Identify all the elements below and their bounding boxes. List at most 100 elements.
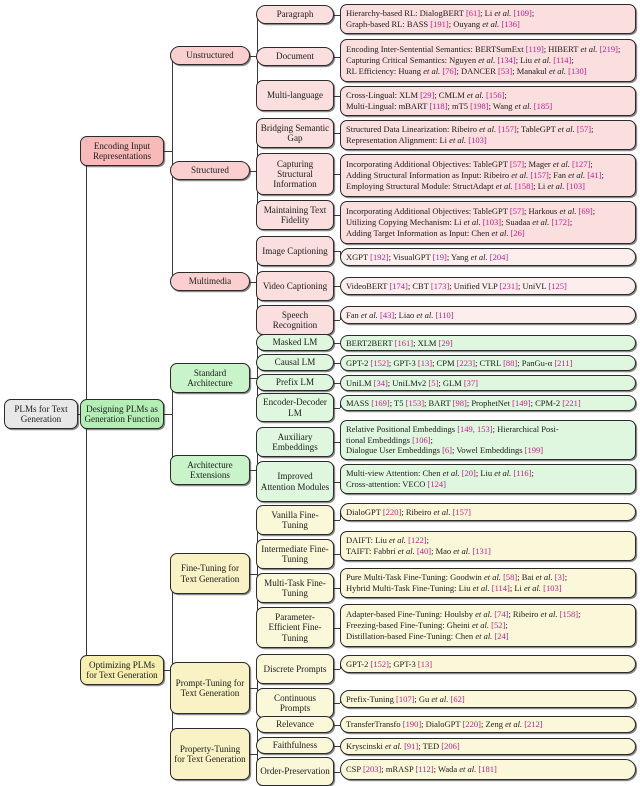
leaf-document-label: Encoding Inter-Sentential Semantics: BER… <box>346 44 630 76</box>
item-faithfulness-label: Faithfulness <box>272 740 318 751</box>
group-standard-architecture[interactable]: Standard Architecture <box>170 363 250 393</box>
item-image-captioning-label: Image Captioning <box>262 245 328 256</box>
citation-ref: [157] <box>452 506 471 517</box>
leaf-line: Incorporating Additional Objectives: Tab… <box>346 159 593 170</box>
leaf-bridging-semantic-gap[interactable]: Structured Data Linearization: Ribeiro e… <box>340 120 636 150</box>
leaf-capturing-structural-information[interactable]: Incorporating Additional Objectives: Tab… <box>340 154 636 197</box>
leaf-relevance[interactable]: TransferTransfo [190]; DialoGPT [220]; Z… <box>340 716 636 733</box>
leaf-line: Hybrid Multi-Task Fine-Tuning: Liu et al… <box>346 583 562 593</box>
item-video-captioning[interactable]: Video Captioning <box>256 271 334 301</box>
citation-ref: [6] <box>442 445 452 456</box>
leaf-order-preservation[interactable]: CSP [203]; mRASP [112]; Wada et al. [181… <box>340 759 636 780</box>
leaf-multi-task-fine-tuning-label: Pure Multi-Task Fine-Tuning: Goodwin et … <box>346 572 630 593</box>
item-causal-lm[interactable]: Causal LM <box>256 354 334 371</box>
item-masked-lm-label: Masked LM <box>272 337 318 348</box>
citation-ref: [158] <box>559 609 579 620</box>
citation-ref: [203] <box>362 764 382 775</box>
group-fine-tuning[interactable]: Fine-Tuning for Text Generation <box>170 553 250 594</box>
leaf-prefix-lm[interactable]: UniLM [34]; UniLMv2 [5]; GLM [37] <box>340 375 636 391</box>
leaf-auxiliary-embeddings[interactable]: Relative Positional Embeddings [149, 153… <box>340 420 636 460</box>
group-structured[interactable]: Structured <box>170 161 250 180</box>
citation-ref: [3] <box>554 572 565 583</box>
leaf-vanilla-fine-tuning-label: DialoGPT [220]; Ribeiro et al. [157] <box>346 507 630 518</box>
leaf-line: RL Efficiency: Huang et al. [76]; DANCER… <box>346 65 587 76</box>
item-vanilla-fine-tuning[interactable]: Vanilla Fine-Tuning <box>256 505 334 535</box>
leaf-line: Relative Positional Embeddings [149, 153… <box>346 423 559 434</box>
branch-encoding[interactable]: Encoding Input Representations <box>80 136 164 166</box>
leaf-multi-task-fine-tuning[interactable]: Pure Multi-Task Fine-Tuning: Goodwin et … <box>340 568 636 598</box>
item-paragraph[interactable]: Paragraph <box>256 5 334 24</box>
item-prefix-lm[interactable]: Prefix LM <box>256 374 334 391</box>
item-parameter-efficient-fine-tuning[interactable]: Parameter-Efficient Fine-Tuning <box>256 607 334 648</box>
group-unstructured[interactable]: Unstructured <box>170 46 250 65</box>
leaf-multi-language[interactable]: Cross-Lingual: XLM [29]; CMLM et al. [15… <box>340 86 636 116</box>
citation-ref: [34] <box>373 377 388 388</box>
citation-ref: [190] <box>402 719 422 730</box>
item-order-preservation[interactable]: Order-Preservation <box>256 757 334 786</box>
leaf-continuous-prompts[interactable]: Prefix-Tuning [107]; Gu et al. [62] <box>340 690 636 708</box>
item-bridging-semantic-gap[interactable]: Bridging Semantic Gap <box>256 118 334 148</box>
leaf-faithfulness[interactable]: Kryscinski et al. [91]; TED [206] <box>340 738 636 755</box>
item-improved-attention-modules[interactable]: Improved Attention Modules <box>256 461 334 502</box>
leaf-parameter-efficient-fine-tuning[interactable]: Adapter-based Fine-Tuning: Houlsby et al… <box>340 604 636 647</box>
item-encoder-decoder-lm[interactable]: Encoder-Decoder LM <box>256 393 334 422</box>
citation-ref: [106] <box>412 434 431 445</box>
item-capturing-structural-information-label: Capturing Structural Information <box>273 158 317 190</box>
item-faithfulness[interactable]: Faithfulness <box>256 737 334 754</box>
citation-ref: [204] <box>489 251 509 262</box>
group-multimedia[interactable]: Multimedia <box>170 272 250 291</box>
item-document[interactable]: Document <box>256 47 334 66</box>
item-image-captioning[interactable]: Image Captioning <box>256 236 334 266</box>
citation-ref: [153] <box>405 397 425 408</box>
leaf-maintaining-text-fidelity[interactable]: Incorporating Additional Objectives: Tab… <box>340 201 636 244</box>
item-discrete-prompts[interactable]: Discrete Prompts <box>256 654 334 684</box>
leaf-document[interactable]: Encoding Inter-Sentential Semantics: BER… <box>340 39 636 82</box>
item-multi-language[interactable]: Multi-language <box>256 80 334 111</box>
leaf-line: Employing Structural Module: StructAdapt… <box>346 180 585 191</box>
leaf-parameter-efficient-fine-tuning-label: Adapter-based Fine-Tuning: Houlsby et al… <box>346 609 630 641</box>
leaf-paragraph[interactable]: Hierarchy-based RL: DialogBERT [61]; Li … <box>340 4 636 34</box>
citation-ref: [69] <box>578 206 593 217</box>
citation-ref: [172] <box>551 217 570 228</box>
root-node[interactable]: PLMs for Text Generation <box>4 399 78 429</box>
item-relevance[interactable]: Relevance <box>256 716 334 733</box>
citation-ref: [116] <box>513 468 532 479</box>
citation-ref: [181] <box>478 764 497 775</box>
leaf-discrete-prompts[interactable]: GPT-2 [152]; GPT-3 [13] <box>340 655 636 673</box>
citation-ref: [212] <box>524 719 543 730</box>
citation-ref: [109] <box>513 8 532 19</box>
citation-ref: [223] <box>456 357 476 368</box>
group-architecture-extensions[interactable]: Architecture Extensions <box>170 455 250 485</box>
item-bridging-semantic-gap-label: Bridging Semantic Gap <box>260 122 330 143</box>
item-intermediate-fine-tuning-label: Intermediate Fine-Tuning <box>261 543 329 564</box>
item-document-label: Document <box>276 51 314 62</box>
citation-ref: [157] <box>530 170 549 181</box>
item-continuous-prompts[interactable]: Continuous Prompts <box>256 688 334 718</box>
leaf-improved-attention-modules[interactable]: Multi-view Attention: Chen et al. [20]; … <box>340 464 636 494</box>
leaf-causal-lm[interactable]: GPT-2 [152]; GPT-3 [13]; CPM [223]; CTRL… <box>340 355 636 371</box>
leaf-line: Cross-attention: VECO [124] <box>346 479 446 489</box>
group-property-tuning[interactable]: Property-Tuning for Text Generation <box>170 728 250 780</box>
citation-ref: [98] <box>452 397 467 408</box>
citation-ref: [40] <box>416 546 432 556</box>
item-capturing-structural-information[interactable]: Capturing Structural Information <box>256 153 334 195</box>
leaf-masked-lm[interactable]: BERT2BERT [161]; XLM [29] <box>340 335 636 351</box>
item-maintaining-text-fidelity[interactable]: Maintaining Text Fidelity <box>256 200 334 230</box>
item-auxiliary-embeddings[interactable]: Auxiliary Embeddings <box>256 427 334 457</box>
citation-ref: [161] <box>394 337 414 348</box>
leaf-intermediate-fine-tuning[interactable]: DAIFT: Liu et al. [122]; TAIFT: Fabbri et… <box>340 531 636 561</box>
item-intermediate-fine-tuning[interactable]: Intermediate Fine-Tuning <box>256 539 334 569</box>
leaf-video-captioning[interactable]: VideoBERT [174]; CBT [173]; Unified VLP … <box>340 277 636 295</box>
leaf-speech-recognition[interactable]: Fan et al. [43]; Liao et al. [110] <box>340 306 636 324</box>
leaf-image-captioning[interactable]: XGPT [192]; VisualGPT [19]; Yang et al. … <box>340 248 636 266</box>
branch-designing[interactable]: Designing PLMs as Generation Function <box>80 399 164 429</box>
group-prompt-tuning[interactable]: Prompt-Tuning for Text Generation <box>170 662 250 714</box>
item-multi-task-fine-tuning[interactable]: Multi-Task Fine-Tuning <box>256 573 334 603</box>
citation-ref: [103] <box>543 583 562 593</box>
branch-optimizing[interactable]: Optimizing PLMs for Text Generation <box>80 655 164 685</box>
leaf-encoder-decoder-lm[interactable]: MASS [169]; T5 [153]; BART [98]; Prophet… <box>340 395 636 411</box>
leaf-vanilla-fine-tuning[interactable]: DialoGPT [220]; Ribeiro et al. [157] <box>340 503 636 521</box>
item-speech-recognition[interactable]: Speech Recognition <box>256 305 334 335</box>
item-masked-lm[interactable]: Masked LM <box>256 334 334 351</box>
item-continuous-prompts-label: Continuous Prompts <box>274 692 316 713</box>
